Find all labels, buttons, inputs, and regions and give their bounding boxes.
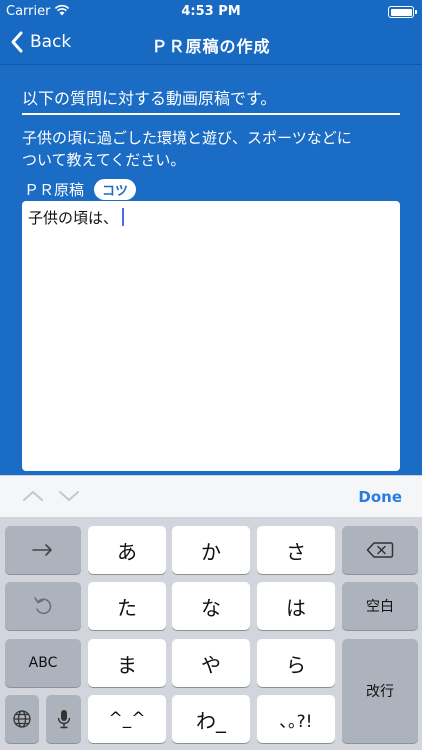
globe-key[interactable] — [5, 695, 39, 743]
next-key[interactable] — [5, 526, 81, 574]
key-ha[interactable]: は — [257, 582, 335, 630]
undo-icon — [34, 597, 52, 615]
status-bar: Carrier 4:53 PM — [0, 0, 422, 24]
return-key[interactable]: 改行 — [342, 639, 418, 743]
question-title: 以下の質問に対する動画原稿です。 — [22, 85, 400, 115]
key-ra[interactable]: ら — [257, 639, 335, 687]
key-ma[interactable]: ま — [88, 639, 166, 687]
key-dakuten[interactable]: ^_^ — [88, 695, 166, 743]
delete-key[interactable] — [342, 526, 418, 574]
microphone-icon — [57, 710, 70, 729]
chevron-down-icon[interactable] — [58, 486, 80, 506]
key-ya[interactable]: や — [172, 639, 250, 687]
chevron-up-icon[interactable] — [22, 486, 44, 506]
space-key[interactable]: 空白 — [342, 582, 418, 630]
key-sa[interactable]: さ — [257, 526, 335, 574]
editor-text: 子供の頃は、 — [28, 209, 119, 227]
pr-label: ＰＲ原稿 — [24, 181, 85, 199]
undo-key[interactable] — [5, 582, 81, 630]
keyboard-accessory-bar: Done — [0, 475, 422, 518]
japanese-keyboard: あ か さ た な は 空白 ABC ま や ら 改行 ^_^ わ_ ､｡?! — [0, 517, 422, 750]
globe-icon — [13, 710, 31, 728]
key-punctuation[interactable]: ､｡?! — [257, 695, 335, 743]
navigation-bar: Back ＰＲ原稿の作成 — [0, 24, 422, 65]
key-ta[interactable]: た — [88, 582, 166, 630]
key-na[interactable]: な — [172, 582, 250, 630]
backspace-icon — [366, 542, 394, 558]
key-ka[interactable]: か — [172, 526, 250, 574]
text-caret — [122, 208, 125, 226]
pr-text-editor[interactable]: 子供の頃は、 — [22, 201, 400, 471]
question-text: 子供の頃に過ごした環境と遊び、スポーツなどに ついて教えてください。 — [22, 127, 402, 171]
question-line-1: 子供の頃に過ごした環境と遊び、スポーツなどに — [22, 129, 352, 147]
pr-label-row: ＰＲ原稿 コツ — [24, 179, 137, 200]
question-line-2: ついて教えてください。 — [22, 151, 186, 169]
battery-icon — [388, 6, 417, 18]
key-wa[interactable]: わ_ — [172, 695, 250, 743]
main-content: 以下の質問に対する動画原稿です。 子供の頃に過ごした環境と遊び、スポーツなどに … — [0, 65, 422, 475]
done-button[interactable]: Done — [358, 488, 402, 506]
tip-button[interactable]: コツ — [94, 179, 137, 200]
arrow-right-icon — [32, 544, 52, 556]
abc-key[interactable]: ABC — [5, 639, 81, 687]
clock: 4:53 PM — [181, 4, 241, 19]
key-a[interactable]: あ — [88, 526, 166, 574]
dictation-key[interactable] — [46, 695, 81, 743]
page-title: ＰＲ原稿の作成 — [151, 37, 271, 56]
